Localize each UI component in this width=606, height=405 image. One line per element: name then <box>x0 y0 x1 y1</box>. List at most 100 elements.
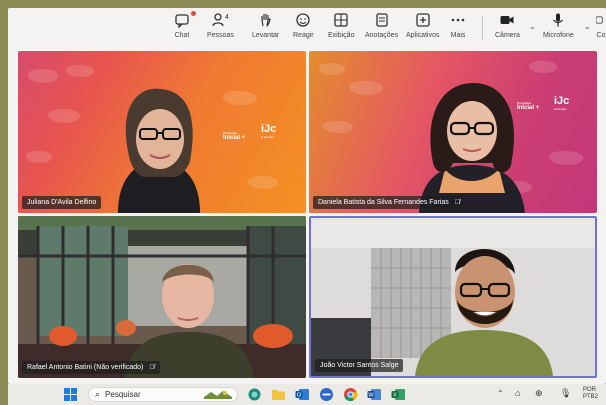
participant-tile[interactable]: Programa Inicial + iJc & Amigos Juliana … <box>18 51 306 213</box>
outlook-app-icon[interactable]: O <box>294 386 311 403</box>
language-code: POR <box>583 387 597 393</box>
background-shape <box>319 63 345 75</box>
more-label: Mais <box>450 32 466 39</box>
meeting-toolbar: Chat 4 Pessoas Levantar Reagir Exibição … <box>8 8 606 48</box>
show-hidden-icons-chevron-icon[interactable]: ⌃ <box>497 389 504 398</box>
participant-name: Rafael Antonio Batini (Não verificado) <box>27 364 144 371</box>
taskbar-search-box[interactable]: ⌕ Pesquisar <box>88 387 238 402</box>
background-shape <box>223 91 257 105</box>
more-dots-icon <box>451 18 465 22</box>
participant-tile[interactable]: Programa Inicial + iJc & Amigos Daniela … <box>309 51 597 213</box>
hand-icon <box>261 14 271 27</box>
circle-minus-icon <box>320 388 333 401</box>
participant-video <box>415 249 553 376</box>
brand-logo-text: iJc <box>554 95 570 107</box>
grid-icon <box>334 13 348 27</box>
participant-name: Daniela Batista da Silva Fernandes Faria… <box>318 199 449 206</box>
camera-label: Câmera <box>495 32 520 39</box>
participant-tile-active-speaker[interactable]: João Victor Santos Salge <box>309 216 597 378</box>
more-button[interactable]: Mais <box>450 12 466 48</box>
chat-icon <box>175 14 189 28</box>
notes-button[interactable]: Anotações <box>365 12 398 48</box>
react-button[interactable]: Reagir <box>293 12 314 48</box>
background-shape <box>323 121 353 133</box>
share-icon <box>596 16 603 24</box>
participant-video <box>419 83 525 213</box>
background-shape <box>26 151 52 163</box>
notes-icon <box>375 13 388 27</box>
emoji-icon <box>296 13 310 27</box>
copilot-app-icon[interactable] <box>246 386 263 403</box>
participant-name-tag: Juliana D'Avila Delfino <box>22 196 102 209</box>
file-explorer-app-icon[interactable] <box>270 386 287 403</box>
brand-ijc-logo: iJc & Amigos <box>261 123 276 139</box>
start-button[interactable] <box>62 386 79 403</box>
chat-unread-badge <box>191 11 196 16</box>
globe-icon[interactable]: ⊕ <box>535 388 543 399</box>
brand-ijc-logo: iJc & Amigos <box>554 95 569 111</box>
microphone-button[interactable]: Microfone <box>543 12 574 48</box>
participant-video <box>124 264 254 378</box>
background-shape <box>66 65 94 77</box>
chrome-icon <box>344 388 358 402</box>
meeting-window: Chat 4 Pessoas Levantar Reagir Exibição … <box>8 8 606 384</box>
brand-logo-text: iJc <box>261 123 277 135</box>
microphone-icon <box>553 13 564 27</box>
outlook-icon: O <box>295 389 309 400</box>
svg-text:X: X <box>393 393 397 399</box>
microphone-options-chevron-icon[interactable]: ⌄ <box>584 22 591 31</box>
word-icon: W <box>367 389 381 400</box>
folder-icon <box>272 390 285 400</box>
camera-options-chevron-icon[interactable]: ⌄ <box>529 22 536 31</box>
windows-logo-icon <box>64 388 77 401</box>
background-shape <box>349 81 383 95</box>
apps-label: Aplicativos <box>406 32 440 39</box>
plus-box-icon <box>416 13 430 27</box>
camera-button[interactable]: Câmera <box>495 12 520 48</box>
share-label: Co <box>596 32 606 39</box>
participant-tile[interactable]: Rafael Antonio Batini (Não verificado) 🎙… <box>18 216 306 378</box>
search-highlight-illustration <box>204 391 232 399</box>
microphone-tray-icon[interactable]: 🎙 <box>560 388 571 399</box>
mic-muted-icon: 🎙̸ <box>454 199 460 206</box>
search-icon: ⌕ <box>95 389 101 399</box>
participant-name: João Victor Santos Salge <box>320 362 399 369</box>
view-button[interactable]: Exibição <box>328 12 354 48</box>
keyboard-layout-code: PTB2 <box>583 394 599 400</box>
background-shape <box>549 151 583 165</box>
participant-name-tag: Daniela Batista da Silva Fernandes Faria… <box>313 196 465 209</box>
apps-button[interactable]: Aplicativos <box>406 12 439 48</box>
no-entry-app-icon[interactable] <box>318 386 335 403</box>
raise-hand-label: Levantar <box>252 32 280 39</box>
microphone-label: Microfone <box>543 32 574 39</box>
toolbar-divider <box>482 16 483 40</box>
svg-text:O: O <box>297 393 302 399</box>
brand-logo-subtext: & Amigos <box>554 107 567 111</box>
notes-label: Anotações <box>365 32 399 39</box>
react-label: Reagir <box>293 32 314 39</box>
excel-icon: X <box>391 389 405 400</box>
copilot-icon <box>248 388 261 401</box>
background-shape <box>248 176 278 189</box>
brand-logo-subtext: & Amigos <box>261 135 274 139</box>
chrome-app-icon[interactable] <box>342 386 359 403</box>
background-shape <box>529 61 557 73</box>
svg-text:W: W <box>368 393 374 399</box>
participant-name: Juliana D'Avila Delfino <box>27 199 97 206</box>
input-language-indicator[interactable]: POR PTB2 <box>583 387 598 401</box>
search-placeholder: Pesquisar <box>105 390 141 399</box>
windows-taskbar: ⌕ Pesquisar O W X ⌃ ⌂ ⊕ 🎙 POR PTB2 <box>8 384 606 405</box>
participant-video <box>118 88 200 213</box>
network-icon[interactable]: ⌂ <box>515 388 520 398</box>
video-camera-icon <box>500 16 514 24</box>
word-app-icon[interactable]: W <box>366 386 383 403</box>
share-button[interactable]: Co <box>596 12 606 48</box>
background-shape <box>28 69 58 83</box>
participant-name-tag: Rafael Antonio Batini (Não verificado) 🎙… <box>22 361 160 374</box>
chat-button[interactable]: Chat <box>174 11 196 48</box>
people-button[interactable]: 4 Pessoas <box>207 12 234 48</box>
background-shape <box>48 109 80 123</box>
raise-hand-button[interactable]: Levantar <box>252 12 279 48</box>
people-label: Pessoas <box>207 32 234 39</box>
excel-app-icon[interactable]: X <box>390 386 407 403</box>
